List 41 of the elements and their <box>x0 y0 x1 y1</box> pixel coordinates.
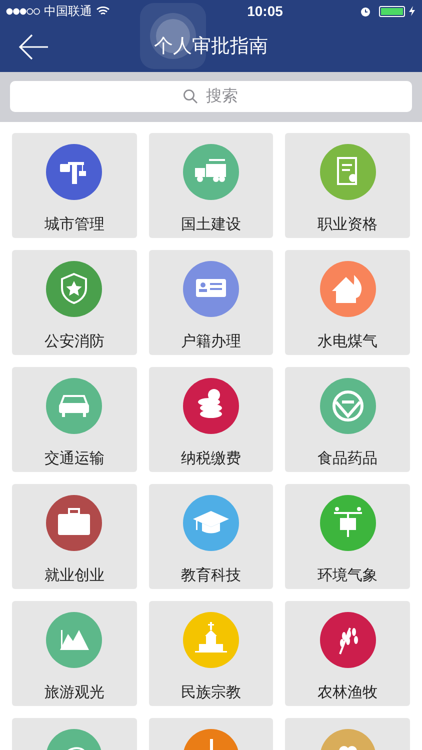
category-label: 旅游观光 <box>44 683 104 703</box>
search-icon <box>183 89 198 104</box>
category-tile[interactable]: 公安消防 <box>12 250 137 355</box>
category-label: 城市管理 <box>44 215 104 235</box>
category-label: 国土建设 <box>180 215 241 235</box>
back-button[interactable] <box>18 32 50 62</box>
category-tile[interactable]: 水电煤气 <box>285 250 410 355</box>
category-label: 教育科技 <box>180 566 241 586</box>
category-tile[interactable]: 城市管理 <box>12 133 137 238</box>
category-label: 农林渔牧 <box>318 683 378 703</box>
page-title: 个人审批指南 <box>154 34 268 59</box>
category-tile[interactable]: 国土建设 <box>148 133 274 238</box>
category-label: 民族宗教 <box>180 683 241 703</box>
category-label: 食品药品 <box>318 449 378 469</box>
category-tile[interactable]: 民族宗教 <box>148 601 274 706</box>
category-label: 环境气象 <box>318 566 378 586</box>
battery-icon <box>379 6 405 16</box>
alarm-icon <box>360 6 371 16</box>
category-tile[interactable]: 旅游观光 <box>12 601 137 706</box>
category-label: 户籍办理 <box>180 332 241 352</box>
charging-icon <box>408 6 416 16</box>
category-label: 职业资格 <box>318 215 378 235</box>
category-tile[interactable]: 教育科技 <box>148 484 274 589</box>
wifi-icon <box>96 6 110 16</box>
category-label: 交通运输 <box>44 449 104 469</box>
category-tile[interactable]: 纳税缴费 <box>148 367 274 472</box>
category-label: 纳税缴费 <box>180 449 241 469</box>
category-tile[interactable]: 户籍办理 <box>148 250 274 355</box>
category-label: 水电煤气 <box>318 332 378 352</box>
category-tile[interactable]: 交通运输 <box>12 367 137 472</box>
category-tile[interactable]: 食品药品 <box>285 367 410 472</box>
category-label: 就业创业 <box>44 566 104 586</box>
signal-icon <box>6 8 40 14</box>
clock-time: 10:05 <box>247 2 283 20</box>
search-field[interactable]: 搜索 <box>10 81 412 112</box>
carrier-name: 中国联通 <box>44 3 92 20</box>
category-tile[interactable]: 就业创业 <box>12 484 137 589</box>
category-tile[interactable]: 农林渔牧 <box>285 601 410 706</box>
category-tile[interactable]: 环境气象 <box>285 484 410 589</box>
category-label: 公安消防 <box>44 332 104 352</box>
category-tile[interactable]: 职业资格 <box>285 133 410 238</box>
